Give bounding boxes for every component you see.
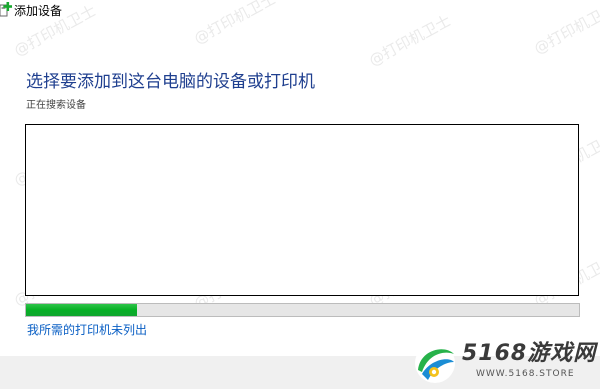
- site-logo-icon: [412, 340, 458, 386]
- device-list[interactable]: [25, 124, 579, 296]
- add-device-icon: [0, 2, 13, 18]
- add-device-window: @打印机卫士 @打印机卫士 @打印机卫士 @打印机卫士 @打印机卫士 @打印机卫…: [0, 0, 600, 389]
- site-logo: 5168游戏网 WWW.5168.STORE: [412, 338, 598, 386]
- title-bar: 添加设备: [0, 0, 600, 24]
- search-progress-bar: [25, 303, 580, 317]
- printer-not-listed-link[interactable]: 我所需的打印机未列出: [27, 323, 147, 337]
- site-logo-name: 5168游戏网: [462, 341, 597, 366]
- page-title: 选择要添加到这台电脑的设备或打印机: [26, 72, 315, 92]
- progress-fill: [26, 304, 137, 316]
- search-status-text: 正在搜索设备: [26, 100, 86, 111]
- site-logo-url: WWW.5168.STORE: [476, 369, 575, 379]
- window-title: 添加设备: [14, 4, 63, 18]
